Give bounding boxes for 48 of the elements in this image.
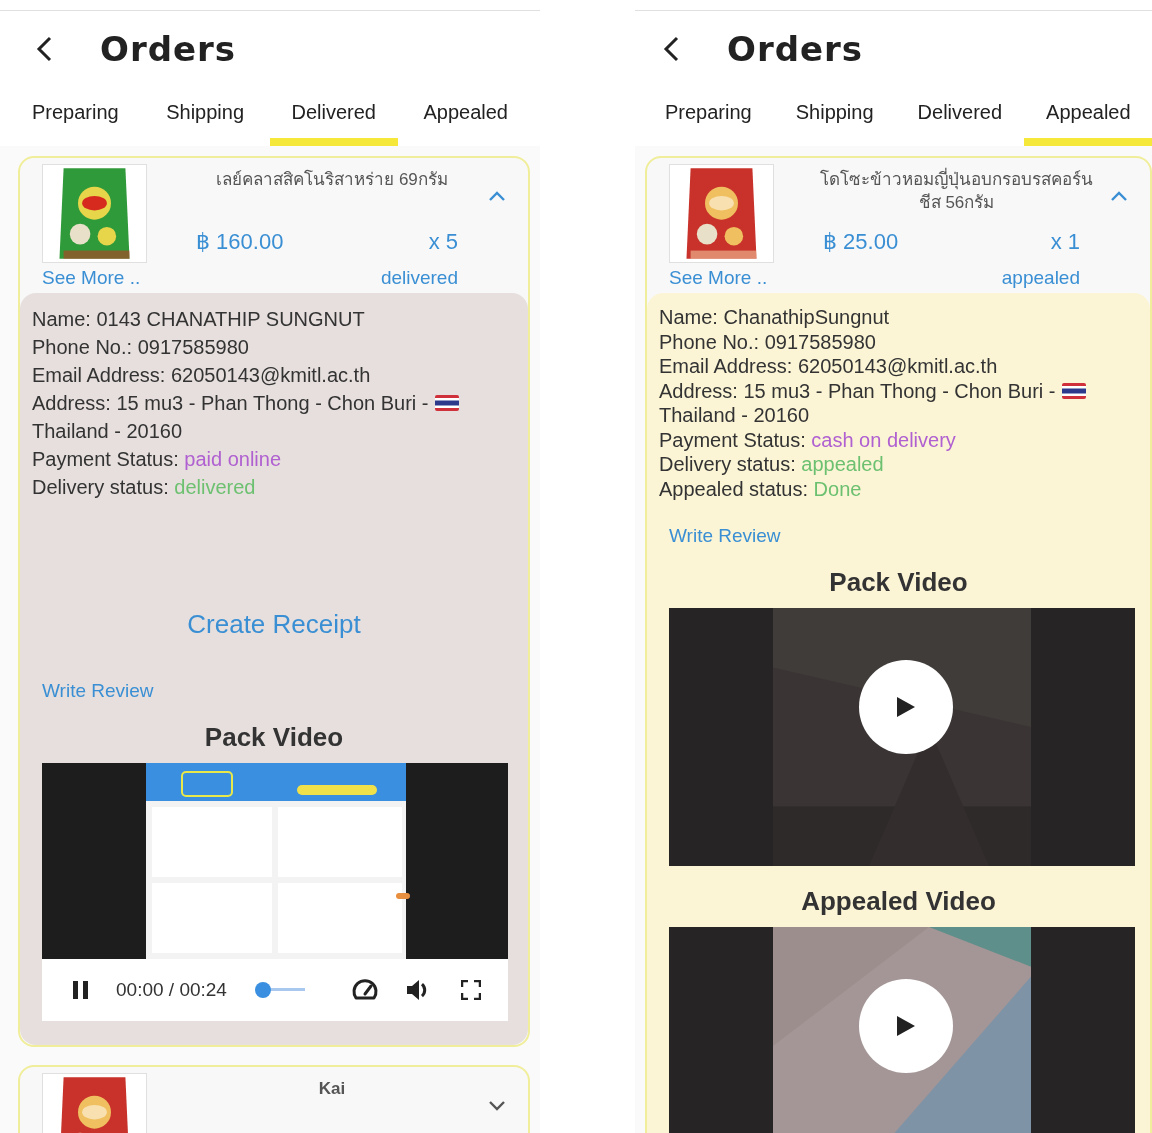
flag-icon <box>434 395 459 411</box>
detail-line: Address: 15 mu3 - Phan Thong - Chon Buri - <box>659 378 1056 403</box>
video-title: Pack Video <box>203 722 345 753</box>
video-title: Pack Video <box>828 567 969 598</box>
order-status: delivered <box>380 267 458 289</box>
detail-line: Email Address: 62050143@kmitl.ac.th <box>32 363 372 388</box>
detail-line: Phone No.: 0917585980 <box>32 335 250 360</box>
detail-line: Address: 15 mu3 - Phan Thong - Chon Buri - <box>32 391 429 416</box>
detail-line: Payment Status: cash on delivery <box>659 427 957 452</box>
detail-line: Phone No.: 0917585980 <box>659 329 877 354</box>
tab[interactable]: Delivered <box>895 95 1025 146</box>
price: ฿ 25.00 <box>823 229 899 255</box>
detail-line: Name: 0143 CHANATHIP SUNGNUT <box>32 307 366 332</box>
detail-line: Payment Status: paid online <box>32 447 283 472</box>
tab[interactable]: Shipping <box>144 95 267 146</box>
detail-line: Appealed status: Done <box>659 476 863 501</box>
fullscreen-icon <box>460 980 481 1000</box>
detail-line: Thailand - 20160 <box>659 403 811 428</box>
tab[interactable]: Appealed <box>401 95 530 146</box>
tab[interactable]: Delivered <box>269 95 398 146</box>
product-name: โดโซะข้าวหอมญี่ปุ่นอบกรอบรสคอร์นชีส 56กรัม <box>803 164 1110 214</box>
detail-line: Name: ChanathipSungnut <box>659 305 891 330</box>
order-status: appealed <box>1001 267 1080 289</box>
detail-line: Delivery status: delivered <box>32 475 257 500</box>
fullscreen-button[interactable] <box>460 980 481 1000</box>
flag-icon <box>1061 382 1086 399</box>
quantity: x 5 <box>428 229 458 255</box>
play-icon <box>895 1014 917 1038</box>
tab[interactable]: Preparing <box>643 95 774 146</box>
tab[interactable]: Shipping <box>773 95 896 146</box>
gauge-icon <box>350 978 379 1002</box>
video-time: 00:00 / 00:24 <box>116 979 227 1001</box>
video-title: Appealed Video <box>800 886 997 917</box>
tab[interactable]: Preparing <box>10 95 141 146</box>
tab[interactable]: Appealed <box>1024 95 1152 146</box>
product-name: Kai <box>317 1078 347 1100</box>
detail-line: Thailand - 20160 <box>32 419 184 444</box>
page-title: Orders <box>100 29 237 69</box>
detail-line: Delivery status: appealed <box>659 452 885 477</box>
play-icon <box>895 695 917 719</box>
pause-button[interactable] <box>72 979 90 1001</box>
price: ฿ 160.00 <box>196 229 284 255</box>
product-name: เลย์คลาสสิคโนริสาหร่าย 69กรัม <box>215 168 449 191</box>
detail-line: Email Address: 62050143@kmitl.ac.th <box>659 354 999 379</box>
speed-button[interactable] <box>350 978 379 1002</box>
quantity: x 1 <box>1050 229 1080 255</box>
page-title: Orders <box>727 29 864 69</box>
pause-icon <box>72 979 90 1001</box>
